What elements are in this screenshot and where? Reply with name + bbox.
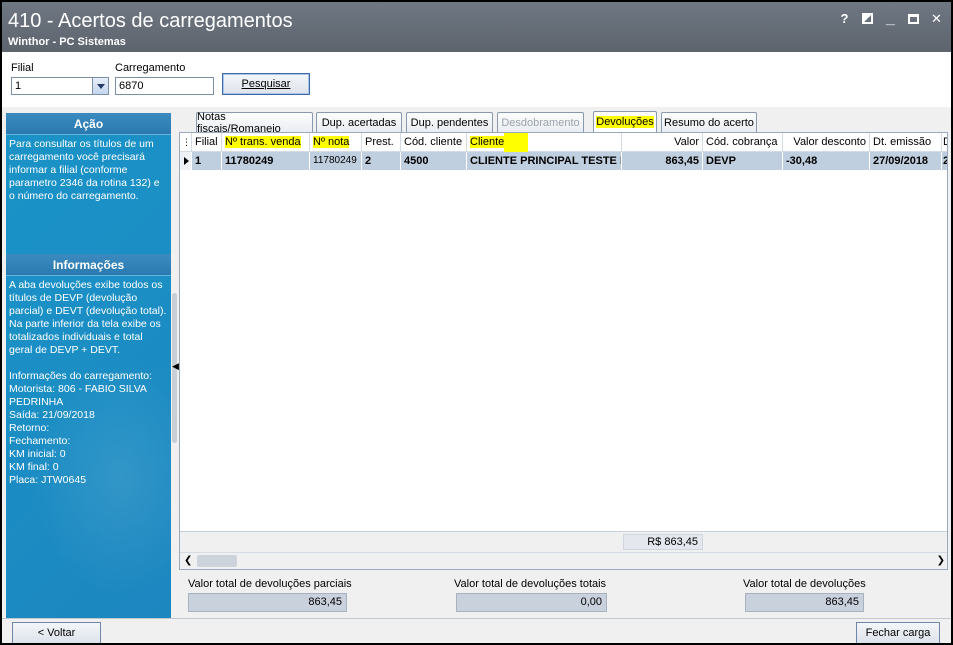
chevron-left-icon[interactable]: ◀ [172,361,179,372]
tab-dup-pendentes[interactable]: Dup. pendentes [406,112,493,132]
grid-summary-row: R$ 863,45 [180,531,947,552]
col-valor-desconto[interactable]: Valor desconto [783,133,870,152]
chevron-down-icon[interactable] [92,78,108,94]
scroll-left-icon[interactable]: ❮ [184,555,192,566]
total-parciais-value: 863,45 [188,593,347,612]
scrollbar-thumb[interactable] [197,555,237,567]
search-button[interactable]: Pesquisar [222,73,310,95]
grid-header: ⋮ Filial Nº trans. venda Nº nota Prest. … [180,133,947,152]
cell-cod-cobranca: DEVP [703,152,783,170]
cell-valor-desconto: -30,48 [783,152,870,170]
table-row[interactable]: 1 11780249 11780249 2 4500 CLIENTE PRINC… [180,152,947,170]
acao-title: Ação [6,113,171,135]
tab-dup-acertadas[interactable]: Dup. acertadas [316,112,402,132]
back-button[interactable]: < Voltar [12,622,101,643]
scroll-right-icon[interactable]: ❯ [937,555,945,566]
title-bar: 410 - Acertos de carregamentos Winthor -… [2,2,951,52]
totals-panel: Valor total de devoluções parciais 863,4… [179,571,948,619]
tab-notas-fiscais[interactable]: Notas fiscais/Romaneio [196,111,313,135]
row-indicator-icon [180,152,192,170]
col-valor[interactable]: Valor [622,133,703,152]
col-nota[interactable]: Nº nota [310,133,362,152]
info-section: Informações A aba devoluções exibe todos… [6,254,171,490]
help-button[interactable]: ? [836,10,853,27]
info-text: A aba devoluções exibe todos os títulos … [9,279,167,486]
main-window: 410 - Acertos de carregamentos Winthor -… [0,0,953,645]
sum-valor: R$ 863,45 [623,534,703,550]
bottom-bar: < Voltar Fechar carga [2,618,951,643]
total-parciais-label: Valor total de devoluções parciais [188,578,352,590]
total-geral-value: 863,45 [745,593,864,612]
cell-valor: 863,45 [622,152,703,170]
carregamento-input[interactable]: 6870 [115,77,214,95]
minimize-icon[interactable]: _ [882,10,899,27]
sidebar-splitter[interactable]: ◀ [171,113,179,618]
carregamento-label: Carregamento [115,62,186,74]
tab-resumo-acerto[interactable]: Resumo do acerto [661,112,757,132]
tab-desdobramento[interactable]: Desdobramento [497,112,584,132]
window-title: 410 - Acertos de carregamentos [8,10,293,32]
tab-devolucoes[interactable]: Devoluções [593,111,657,132]
col-filial[interactable]: Filial [192,133,222,152]
total-geral-label: Valor total de devoluções [743,578,866,590]
restore-icon[interactable] [859,10,876,27]
help-sidebar: Ação Para consultar os títulos de um car… [6,113,171,618]
col-cod-cliente[interactable]: Cód. cliente [401,133,467,152]
tab-devolucoes-label: Devoluções [596,116,654,128]
cell-nota: 11780249 [310,152,362,170]
devolucoes-panel: ⋮ Filial Nº trans. venda Nº nota Prest. … [179,132,948,570]
window-subtitle: Winthor - PC Sistemas [8,36,126,48]
close-icon[interactable]: ✕ [928,10,945,27]
column-chooser-icon[interactable]: ⋮ [180,133,192,152]
col-cliente-highlight [504,133,529,152]
col-d[interactable]: D [942,133,947,152]
col-cliente-label: Cliente [470,136,505,148]
acao-text: Para consultar os títulos de um carregam… [9,138,160,202]
filial-select[interactable]: 1 [11,77,109,95]
col-cliente[interactable]: Cliente [467,133,622,152]
close-load-button[interactable]: Fechar carga [856,622,940,643]
col-trans-venda[interactable]: Nº trans. venda [222,133,310,152]
col-prest[interactable]: Prest. [362,133,401,152]
col-trans-venda-label: Nº trans. venda [225,136,301,148]
horizontal-scrollbar[interactable]: ❮ ❯ [180,552,947,569]
search-button-label: Pesquisar [241,78,291,90]
cell-prest: 2 [362,152,401,170]
cell-d: 2 [942,152,947,170]
filial-label: Filial [11,62,34,74]
filter-panel: Filial 1 Carregamento 6870 Pesquisar [2,52,951,107]
cell-dt-emissao: 27/09/2018 [870,152,942,170]
cell-cliente: CLIENTE PRINCIPAL TESTE L [467,152,622,170]
info-title: Informações [6,254,171,276]
col-nota-label: Nº nota [313,136,350,148]
col-dt-emissao[interactable]: Dt. emissão [870,133,942,152]
filial-value: 1 [15,80,22,92]
maximize-icon[interactable] [905,10,922,27]
col-cod-cobranca[interactable]: Cód. cobrança [703,133,783,152]
window-controls: ? _ ✕ [836,10,945,27]
cell-cod-cliente: 4500 [401,152,467,170]
cell-trans-venda: 11780249 [222,152,310,170]
cell-filial: 1 [192,152,222,170]
total-totais-value: 0,00 [456,593,607,612]
total-totais-label: Valor total de devoluções totais [454,578,607,590]
